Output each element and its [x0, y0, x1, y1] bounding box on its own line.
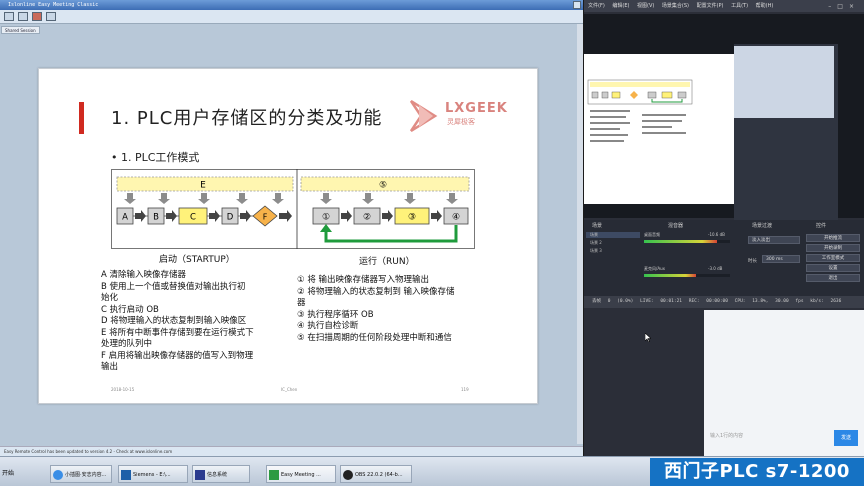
slide-title: 1. PLC用户存储区的分类及功能	[111, 108, 383, 129]
start-button[interactable]: 开始	[2, 468, 14, 477]
course-banner: 西门子PLC s7-1200	[650, 458, 864, 486]
svg-text:B: B	[153, 213, 159, 223]
chat-panel: 输入1行的内容 发送	[704, 310, 864, 456]
slide-footer-author: IC_Chen	[281, 387, 298, 392]
plc-mode-diagram: E ⑤ A B C D F ① ② ③ ④	[111, 169, 475, 249]
start-streaming-button[interactable]: 开始推流	[806, 234, 860, 242]
obs-preview[interactable]	[584, 14, 864, 228]
share-screen-icon[interactable]	[18, 12, 28, 21]
mixer-source-name: 桌面音频	[644, 232, 660, 237]
settings-button[interactable]: 设置	[806, 264, 860, 272]
transition-select[interactable]: 淡入淡出	[748, 236, 800, 244]
preview-nested-window	[734, 46, 834, 118]
svg-text:A: A	[122, 213, 128, 223]
svg-text:F: F	[263, 213, 268, 222]
slide-footer-date: 2018-10-15	[111, 387, 135, 392]
whiteboard-icon[interactable]	[46, 12, 56, 21]
presentation-slide: 1. PLC用户存储区的分类及功能 LXGEEK 灵犀极客 • 1. PLC工作…	[38, 68, 538, 404]
obs-status-bar: 丢帧 0 (0.0%) LIVE: 00:01:21 REC: 00:00:00…	[584, 296, 864, 308]
duration-label: 时长	[748, 259, 757, 264]
obs-window-controls[interactable]: –□×	[828, 3, 860, 10]
controls-panel-title: 控件	[816, 223, 827, 229]
svg-text:②: ②	[363, 213, 371, 223]
logo-subtitle: 灵犀极客	[447, 118, 475, 126]
taskbar-item-easy-meeting[interactable]: Easy Meeting ...	[266, 465, 336, 483]
obs-window: 文件(F) 编辑(E) 视图(V) 场景集合(S) 配置文件(P) 工具(T) …	[584, 0, 864, 456]
dnl-icon	[195, 470, 205, 480]
run-label: 运行（RUN）	[359, 257, 415, 267]
obs-icon	[343, 470, 353, 480]
start-recording-button[interactable]: 开始录制	[806, 244, 860, 252]
preview-slide-thumbnail	[584, 54, 734, 204]
desktop: Islonline Easy Meeting Classic Shared Se…	[0, 0, 864, 486]
startup-notes: A 清除输入映像存储器 B 使用上一个值或替换值对输出执行初 始化 C 执行启动…	[101, 270, 254, 372]
meeting-status-bar: Easy Remote Control has been updated to …	[0, 446, 583, 456]
band-label-e: E	[200, 181, 206, 191]
title-accent-bar	[79, 102, 84, 134]
vertical-scrollbar[interactable]	[577, 24, 583, 444]
taskbar-item-info-system[interactable]: 信息系统	[192, 465, 250, 483]
svg-text:C: C	[190, 213, 196, 223]
volume-meter	[644, 274, 730, 277]
browser-icon	[53, 470, 63, 480]
tab-shared-session[interactable]: Shared Session	[1, 26, 40, 34]
mouse-cursor-icon	[645, 333, 651, 342]
band-label-5: ⑤	[379, 181, 387, 191]
scene-item[interactable]: 场景	[586, 232, 640, 238]
meeting-toolbar	[0, 10, 583, 24]
exit-button[interactable]: 退出	[806, 274, 860, 282]
scene-item[interactable]: 场景 3	[586, 248, 640, 254]
meeting-window: Islonline Easy Meeting Classic Shared Se…	[0, 0, 583, 456]
preview-diagram-icon	[587, 79, 693, 142]
svg-text:③: ③	[408, 213, 416, 223]
mixer-source-db: -3.0 dB	[708, 266, 723, 271]
easy-meeting-icon	[269, 470, 279, 480]
meeting-window-title: Islonline Easy Meeting Classic	[0, 0, 583, 10]
transitions-panel-title: 场景过渡	[752, 223, 773, 229]
startup-label: 启动（STARTUP）	[159, 255, 235, 265]
slide-footer-page: 119	[461, 387, 469, 392]
chat-input[interactable]: 输入1行的内容	[710, 432, 830, 442]
taskbar-item-browser[interactable]: 小插图·安志内容...	[50, 465, 112, 483]
tia-portal-icon	[121, 470, 131, 480]
duration-input[interactable]: 300 ms	[762, 255, 800, 263]
scenes-panel-title: 场景	[592, 223, 603, 229]
bullet-heading: • 1. PLC工作模式	[111, 151, 200, 164]
volume-meter	[644, 240, 730, 243]
studio-mode-button[interactable]: 工作室模式	[806, 254, 860, 262]
svg-text:④: ④	[452, 213, 460, 223]
send-button[interactable]: 发送	[834, 430, 858, 446]
run-notes: ① 将 输出映像存储器写入物理输出 ② 将物理输入的状态复制到 输入映像存储 器…	[297, 275, 455, 343]
stop-share-icon[interactable]	[32, 12, 42, 21]
taskbar-item-tia-portal[interactable]: Siemens - E:\...	[118, 465, 188, 483]
scene-item[interactable]: 场景 2	[586, 240, 640, 246]
taskbar-item-obs[interactable]: OBS 22.0.2 (64-b...	[340, 465, 412, 483]
monitor-icon[interactable]	[4, 12, 14, 21]
obs-menu-bar[interactable]: 文件(F) 编辑(E) 视图(V) 场景集合(S) 配置文件(P) 工具(T) …	[584, 0, 864, 12]
mixer-source-db: -10.6 dB	[708, 232, 725, 237]
svg-text:D: D	[227, 213, 234, 223]
mixer-source-name: 麦克风/Aux	[644, 266, 665, 271]
window-close-button[interactable]	[573, 1, 581, 9]
logo-wordmark: LXGEEK	[445, 101, 508, 116]
svg-text:①: ①	[322, 213, 330, 223]
mixer-panel-title: 混音器	[668, 223, 684, 229]
